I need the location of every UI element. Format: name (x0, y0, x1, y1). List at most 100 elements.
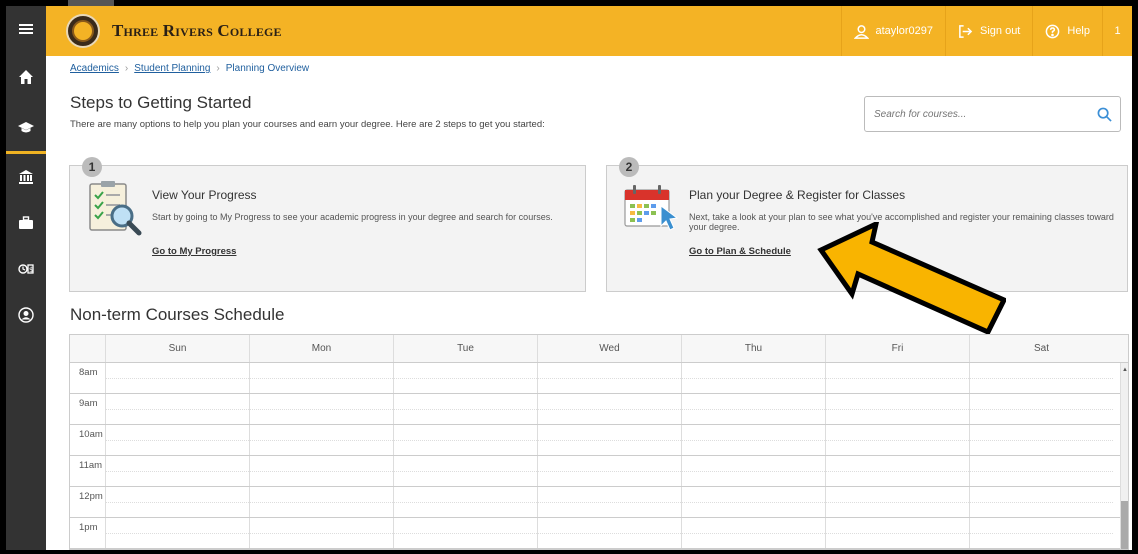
hour-label: 11am (79, 460, 103, 471)
bank-icon[interactable] (6, 154, 46, 200)
time-slot[interactable] (393, 518, 537, 548)
user-icon[interactable] (6, 292, 46, 338)
menu-icon[interactable] (6, 6, 46, 52)
sign-out-icon (959, 24, 973, 38)
step-description: Start by going to My Progress to see you… (152, 212, 553, 222)
time-slot[interactable] (393, 394, 537, 424)
time-slot[interactable] (249, 394, 393, 424)
notification-badge[interactable]: 1 (1102, 6, 1132, 56)
time-slot[interactable] (537, 425, 681, 455)
time-slot[interactable] (249, 518, 393, 548)
schedule-title: Non-term Courses Schedule (70, 305, 285, 324)
time-slot[interactable] (969, 425, 1113, 455)
day-header: Thu (681, 335, 825, 362)
svg-text:$: $ (29, 266, 33, 274)
time-slot[interactable] (825, 518, 969, 548)
schedule-scrollbar[interactable]: ▲ (1120, 363, 1128, 549)
day-header: Sun (105, 335, 249, 362)
course-search[interactable] (864, 96, 1121, 132)
time-slot[interactable] (105, 394, 249, 424)
sidebar: $ (6, 6, 46, 550)
help-icon (1046, 24, 1060, 38)
search-icon[interactable] (1097, 107, 1112, 122)
time-slot[interactable] (393, 487, 537, 517)
time-slot[interactable] (969, 518, 1113, 548)
time-slot[interactable] (969, 363, 1113, 393)
home-icon[interactable] (6, 52, 46, 102)
time-slot[interactable] (537, 518, 681, 548)
go-to-my-progress-link[interactable]: Go to My Progress (152, 246, 236, 257)
hour-row: 11am (70, 456, 1128, 487)
time-slot[interactable] (825, 425, 969, 455)
schedule-body: 8am 9am 10am 11am 12pm 1pm (70, 363, 1128, 549)
time-slot[interactable] (249, 487, 393, 517)
clipboard-magnifier-icon (89, 181, 142, 236)
time-slot[interactable] (105, 456, 249, 486)
college-logo[interactable] (66, 14, 100, 48)
time-slot[interactable] (393, 363, 537, 393)
finance-icon[interactable]: $ (6, 246, 46, 292)
help-label: Help (1067, 25, 1090, 37)
time-slot[interactable] (249, 425, 393, 455)
help-button[interactable]: Help (1032, 6, 1102, 56)
hour-label: 9am (79, 398, 98, 409)
day-header: Wed (537, 335, 681, 362)
hour-row: 9am (70, 394, 1128, 425)
go-to-plan-schedule-link[interactable]: Go to Plan & Schedule (689, 246, 791, 257)
pointer-arrow-annotation (817, 222, 1006, 334)
breadcrumb-planning-overview: Planning Overview (225, 63, 310, 74)
calendar-cursor-icon (624, 185, 679, 231)
time-slot[interactable] (537, 487, 681, 517)
time-slot[interactable] (249, 363, 393, 393)
user-menu[interactable]: ataylor0297 (840, 6, 946, 56)
time-slot[interactable] (825, 363, 969, 393)
time-slot[interactable] (249, 456, 393, 486)
time-slot[interactable] (681, 425, 825, 455)
breadcrumb-academics[interactable]: Academics (70, 63, 119, 74)
time-slot[interactable] (681, 456, 825, 486)
hour-row: 1pm (70, 518, 1128, 549)
user-outline-icon (853, 24, 869, 39)
day-header: Mon (249, 335, 393, 362)
time-slot[interactable] (105, 487, 249, 517)
time-slot[interactable] (969, 394, 1113, 424)
page-subtitle: There are many options to help you plan … (70, 119, 545, 130)
scroll-up-icon[interactable]: ▲ (1122, 367, 1128, 373)
time-slot[interactable] (105, 518, 249, 548)
time-slot[interactable] (537, 363, 681, 393)
time-slot[interactable] (969, 456, 1113, 486)
time-slot[interactable] (681, 394, 825, 424)
time-slot[interactable] (681, 487, 825, 517)
app-frame: $ Three Rivers College ataylor0297 Sign … (6, 6, 1132, 550)
briefcase-icon[interactable] (6, 200, 46, 246)
time-slot[interactable] (537, 456, 681, 486)
time-slot[interactable] (393, 425, 537, 455)
day-header: Tue (393, 335, 537, 362)
hour-label: 1pm (79, 522, 98, 533)
day-header: Sat (969, 335, 1113, 362)
step-number-badge: 1 (82, 157, 102, 177)
search-input[interactable] (874, 108, 1084, 120)
time-slot[interactable] (825, 456, 969, 486)
page-title: Steps to Getting Started (70, 93, 252, 112)
time-slot[interactable] (681, 363, 825, 393)
sign-out-label: Sign out (980, 25, 1021, 37)
time-slot[interactable] (537, 394, 681, 424)
scrollbar-thumb[interactable] (1121, 501, 1128, 549)
time-slot[interactable] (681, 518, 825, 548)
time-slot[interactable] (969, 487, 1113, 517)
college-name[interactable]: Three Rivers College (112, 21, 282, 41)
breadcrumb-student-planning[interactable]: Student Planning (134, 63, 210, 74)
time-slot[interactable] (825, 487, 969, 517)
top-header: Three Rivers College ataylor0297 Sign ou… (46, 6, 1132, 56)
step-card-progress: 1 View Your Progress Start by going to M… (69, 157, 586, 292)
time-slot[interactable] (105, 363, 249, 393)
hour-row: 10am (70, 425, 1128, 456)
graduation-cap-icon[interactable] (6, 102, 46, 154)
time-slot[interactable] (105, 425, 249, 455)
breadcrumb-separator: › (124, 63, 129, 74)
time-slot[interactable] (393, 456, 537, 486)
time-slot[interactable] (825, 394, 969, 424)
sign-out-button[interactable]: Sign out (945, 6, 1032, 56)
schedule-grid: Sun Mon Tue Wed Thu Fri Sat 8am 9am 10am… (69, 334, 1129, 550)
